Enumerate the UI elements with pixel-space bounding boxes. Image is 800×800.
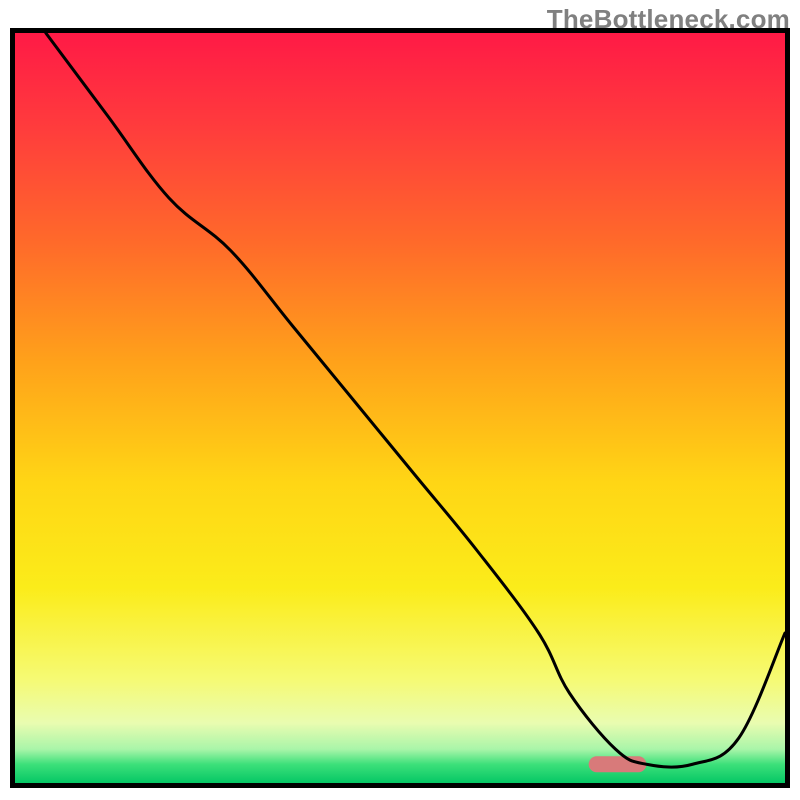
chart-frame [10,28,790,788]
chart-canvas: TheBottleneck.com [0,0,800,800]
chart-svg [15,33,785,783]
optimal-range-marker [589,756,647,772]
